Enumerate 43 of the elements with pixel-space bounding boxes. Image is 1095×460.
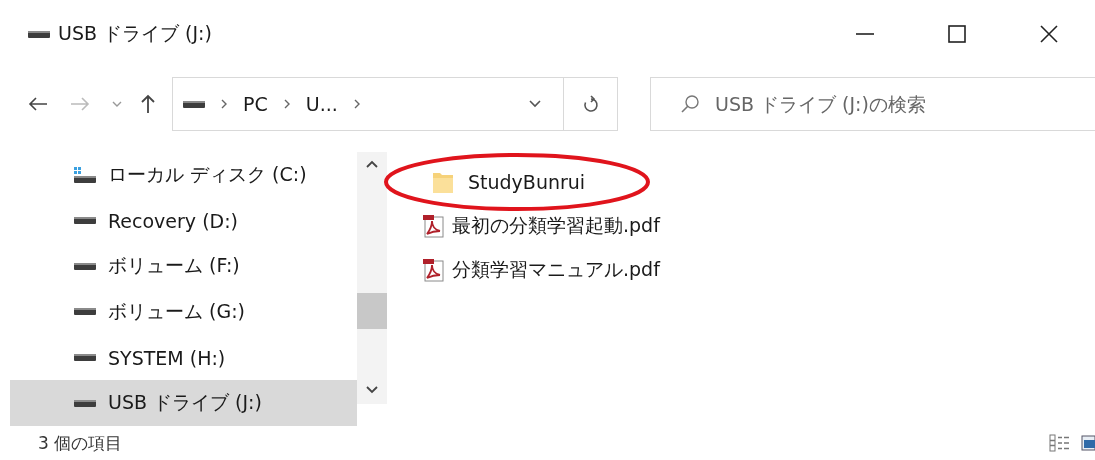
- item-count: 3 個の項目: [38, 431, 123, 455]
- thumbnail-view-icon[interactable]: [1081, 434, 1095, 452]
- drive-icon: [74, 217, 96, 224]
- breadcrumb[interactable]: U...: [305, 93, 338, 115]
- minus-icon: [856, 33, 874, 35]
- details-view-icon[interactable]: [1049, 434, 1071, 452]
- folder-icon: [432, 170, 454, 194]
- search-field[interactable]: USB ドライブ (J:)の検索: [650, 77, 1095, 131]
- back-arrow-icon[interactable]: [28, 96, 48, 112]
- scrollbar[interactable]: [357, 152, 387, 404]
- sidebar-item[interactable]: SYSTEM (H:): [10, 334, 357, 381]
- scroll-up-icon[interactable]: [366, 160, 378, 168]
- drive-icon: [74, 262, 96, 270]
- drive-icon: [28, 30, 50, 38]
- square-icon: [948, 25, 966, 43]
- chevron-down-icon[interactable]: [529, 100, 541, 108]
- chevron-right-icon[interactable]: [353, 99, 360, 109]
- refresh-icon: [582, 95, 599, 113]
- scroll-down-icon[interactable]: [366, 386, 378, 394]
- file-name[interactable]: StudyBunrui: [468, 171, 586, 193]
- file-name[interactable]: 最初の分類学習起動.pdf: [452, 213, 660, 239]
- window-title: USB ドライブ (J:): [58, 21, 212, 46]
- search-icon: [680, 94, 700, 114]
- breadcrumb[interactable]: PC: [243, 93, 268, 115]
- scrollbar-thumb[interactable]: [357, 293, 387, 329]
- drive-icon: [183, 100, 205, 108]
- sidebar-item[interactable]: ボリューム (G:): [10, 289, 357, 335]
- chevron-right-icon[interactable]: [283, 99, 290, 109]
- pdf-file-icon: [422, 258, 444, 282]
- address-bar[interactable]: PC U...: [172, 77, 564, 131]
- sidebar-item[interactable]: ローカル ディスク (C:): [10, 152, 357, 198]
- close-icon: [1040, 25, 1058, 43]
- up-arrow-icon[interactable]: [140, 94, 156, 114]
- drive-icon: [74, 354, 96, 361]
- file-name[interactable]: 分類学習マニュアル.pdf: [452, 257, 660, 283]
- system-drive-icon: [74, 166, 96, 183]
- drive-icon: [74, 308, 96, 316]
- sidebar-item[interactable]: ボリューム (F:): [10, 243, 357, 289]
- pdf-file-icon: [422, 214, 444, 238]
- sidebar-item[interactable]: Recovery (D:): [10, 197, 357, 244]
- chevron-right-icon[interactable]: [221, 99, 227, 109]
- sidebar-item[interactable]: USB ドライブ (J:): [10, 380, 357, 427]
- drive-icon: [74, 399, 96, 407]
